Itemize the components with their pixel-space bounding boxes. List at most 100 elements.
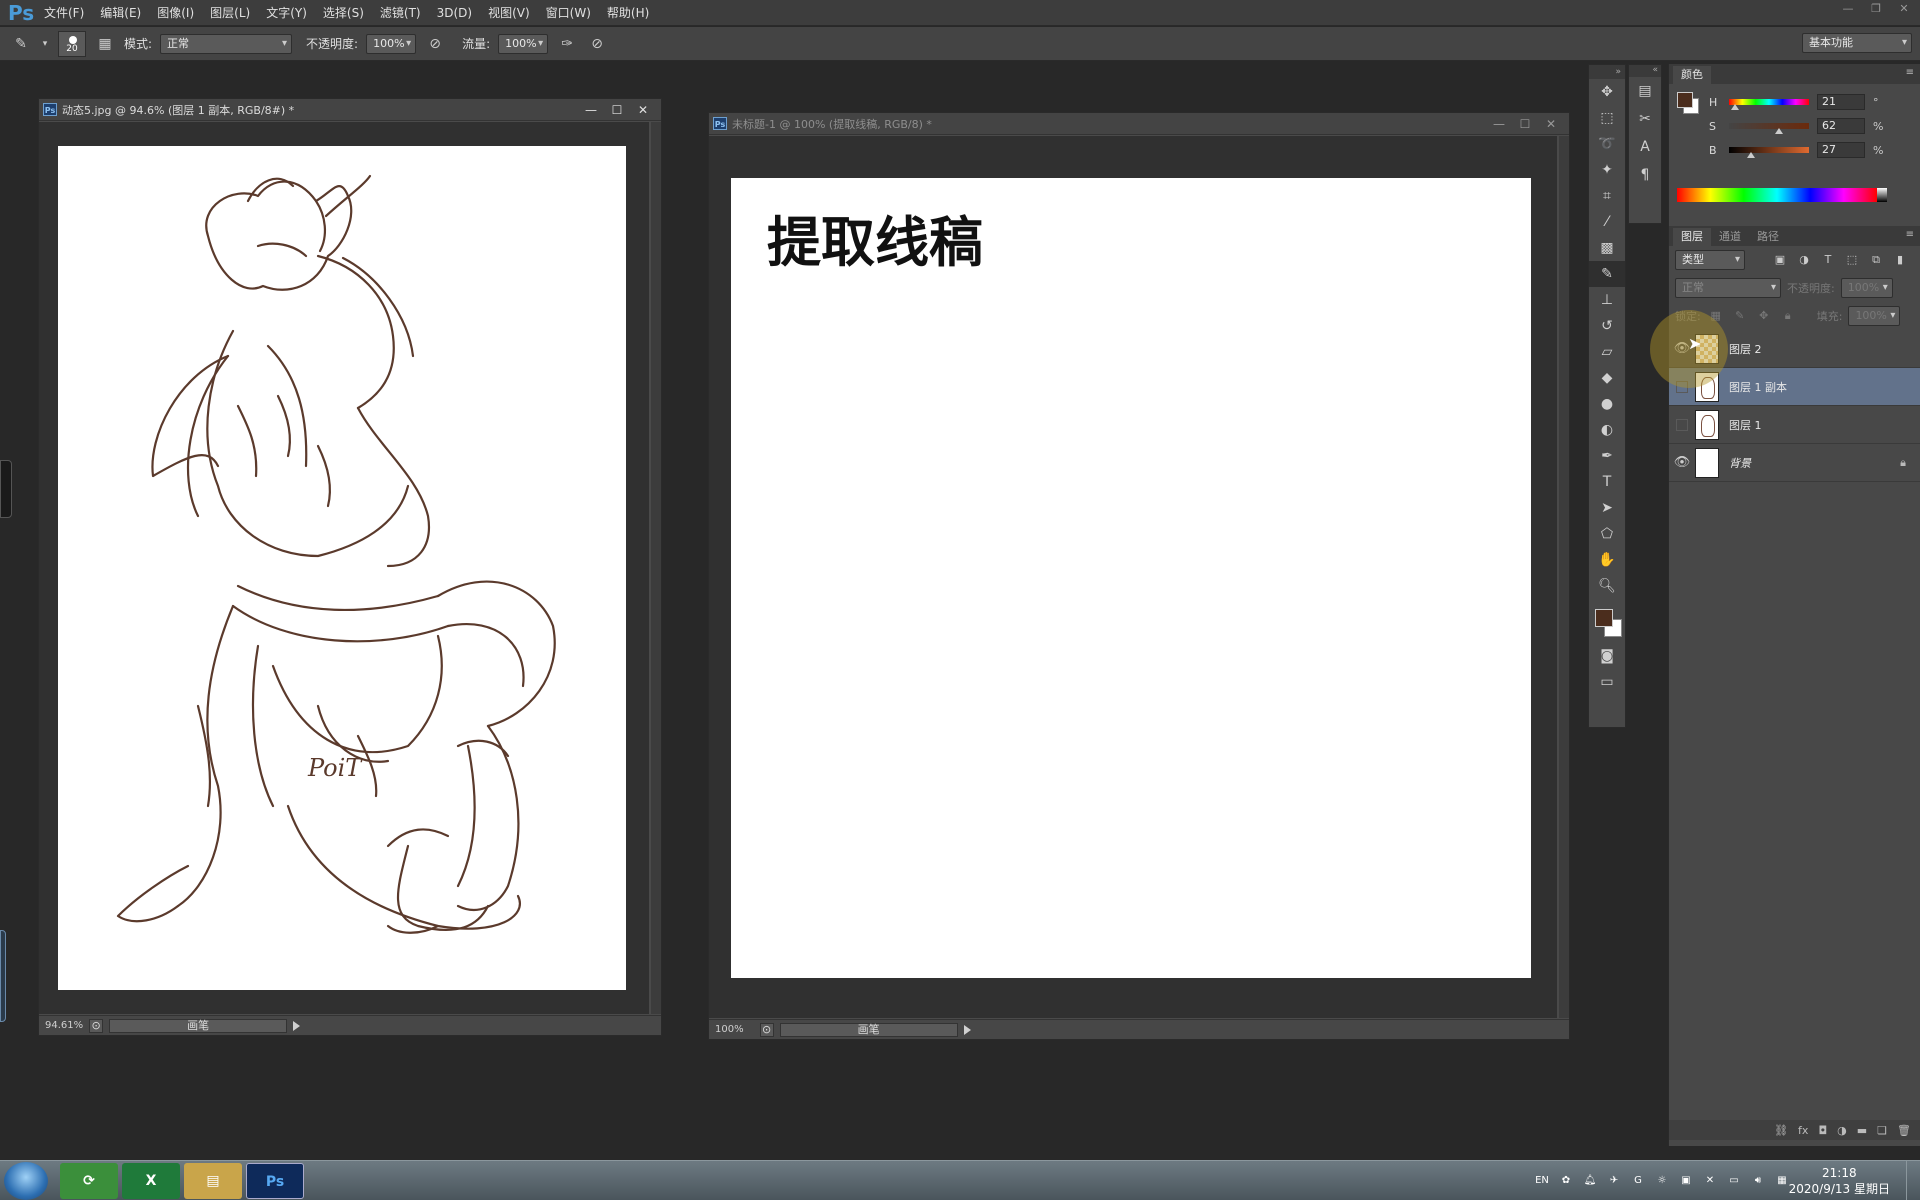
type-tool-icon[interactable]: T	[1589, 469, 1625, 495]
tray-app-icon[interactable]: ✿	[1558, 1173, 1574, 1189]
chevron-down-icon[interactable]: ▾	[40, 33, 50, 55]
display-icon[interactable]: ▭	[1726, 1173, 1742, 1189]
eye-icon[interactable]: 👁︎	[1669, 455, 1695, 470]
menu-file[interactable]: 文件(F)	[36, 0, 92, 26]
brush-tool-icon[interactable]: ✎	[1589, 261, 1625, 287]
fill-input[interactable]: 100%	[1848, 306, 1901, 326]
brush-tool-icon[interactable]: ✎	[10, 33, 32, 55]
maximize-icon[interactable]: ☐	[1515, 116, 1535, 132]
network-icon[interactable]: ▣	[1678, 1173, 1694, 1189]
airbrush-icon[interactable]: ✑	[556, 33, 578, 55]
status-arrow-icon[interactable]	[963, 1024, 971, 1035]
tab-color[interactable]: 颜色	[1673, 66, 1711, 84]
hand-tool-icon[interactable]: ✋	[1589, 547, 1625, 573]
vertical-scrollbar[interactable]	[1559, 136, 1569, 1018]
menu-edit[interactable]: 编辑(E)	[92, 0, 149, 26]
character-panel-icon[interactable]: A	[1629, 133, 1661, 161]
status-menu-icon[interactable]: ⊙	[759, 1022, 774, 1037]
zoom-level[interactable]: 94.61%	[45, 1020, 83, 1031]
layer-style-icon[interactable]: fx	[1798, 1124, 1808, 1137]
quick-mask-icon[interactable]: ◙	[1589, 643, 1625, 669]
layer-row-background[interactable]: 👁︎ 背景 🔒︎	[1669, 444, 1920, 482]
minimize-icon[interactable]: —	[1838, 2, 1858, 16]
zoom-level[interactable]: 100%	[715, 1024, 744, 1035]
hue-thumb[interactable]	[1731, 104, 1739, 110]
layer-filter-select[interactable]: 类型	[1675, 250, 1745, 270]
filter-shape-icon[interactable]: ⬚	[1843, 251, 1861, 269]
paint-bucket-icon[interactable]: ◆	[1589, 365, 1625, 391]
tool-presets-icon[interactable]: ✂	[1629, 105, 1661, 133]
workspace-select[interactable]: 基本功能	[1802, 33, 1912, 53]
restore-icon[interactable]: ❐	[1866, 2, 1886, 16]
menu-view[interactable]: 视图(V)	[480, 0, 538, 26]
gpu-icon[interactable]: ▦	[1774, 1173, 1790, 1189]
menu-type[interactable]: 文字(Y)	[258, 0, 315, 26]
show-desktop-button[interactable]	[1906, 1161, 1920, 1200]
filter-smart-icon[interactable]: ⧉	[1867, 251, 1885, 269]
menu-layer[interactable]: 图层(L)	[202, 0, 258, 26]
mode-select[interactable]: 正常	[160, 33, 293, 54]
tray-app-icon[interactable]: ✕	[1702, 1173, 1718, 1189]
status-menu-icon[interactable]: ⊙	[89, 1018, 104, 1033]
clock[interactable]: 21:18 2020/9/13 星期日	[1789, 1165, 1890, 1197]
menu-image[interactable]: 图像(I)	[149, 0, 202, 26]
excel-taskbar-icon[interactable]: X	[122, 1163, 180, 1199]
color-spectrum[interactable]	[1677, 188, 1887, 202]
link-layers-icon[interactable]: ⛓	[1774, 1124, 1788, 1137]
new-layer-icon[interactable]: ❏	[1877, 1124, 1887, 1137]
dodge-tool-icon[interactable]: ◐	[1589, 417, 1625, 443]
zoom-tool-icon[interactable]: 🔍︎	[1589, 573, 1625, 599]
notification-icon[interactable]: 🔔︎	[1582, 1173, 1598, 1189]
document-canvas-area[interactable]: PoiT	[39, 122, 649, 1014]
menu-3d[interactable]: 3D(D)	[429, 0, 480, 26]
visibility-toggle-empty[interactable]	[1676, 418, 1688, 431]
sketch-canvas[interactable]: PoiT	[58, 146, 626, 990]
photoshop-taskbar-icon[interactable]: Ps	[246, 1163, 304, 1199]
brightness-input[interactable]: 27	[1817, 142, 1865, 158]
blend-mode-select[interactable]: 正常	[1675, 278, 1781, 298]
path-select-icon[interactable]: ➤	[1589, 495, 1625, 521]
start-button[interactable]	[4, 1162, 48, 1200]
layer-name[interactable]: 图层 2	[1729, 341, 1762, 357]
menu-select[interactable]: 选择(S)	[315, 0, 372, 26]
add-mask-icon[interactable]: ◘	[1818, 1124, 1827, 1137]
eraser-icon[interactable]: ▱	[1589, 339, 1625, 365]
layer-opacity-input[interactable]: 100%	[1840, 278, 1893, 298]
pressure-opacity-icon[interactable]: ⊘	[424, 33, 446, 55]
history-brush-icon[interactable]: ↺	[1589, 313, 1625, 339]
lock-all-icon[interactable]: 🔒︎	[1779, 307, 1797, 325]
layer-name[interactable]: 图层 1 副本	[1729, 379, 1787, 395]
document-canvas-area[interactable]: 提取线稿	[709, 136, 1557, 1018]
saturation-thumb[interactable]	[1775, 128, 1783, 134]
pen-tool-icon[interactable]: ✒	[1589, 443, 1625, 469]
browser-taskbar-icon[interactable]: ⟳	[60, 1163, 118, 1199]
new-group-icon[interactable]: ▬	[1857, 1124, 1867, 1137]
close-icon[interactable]: ✕	[633, 102, 653, 118]
tray-app-icon[interactable]: ✈	[1606, 1173, 1622, 1189]
tools-panel-header[interactable]: »	[1589, 65, 1625, 79]
shape-tool-icon[interactable]: ⬠	[1589, 521, 1625, 547]
foreground-color-swatch[interactable]	[1595, 609, 1613, 627]
marquee-tool-icon[interactable]: ⬚	[1589, 105, 1625, 131]
tab-channels[interactable]: 通道	[1711, 228, 1749, 246]
volume-icon[interactable]: 🔊︎	[1750, 1173, 1766, 1189]
hue-slider[interactable]	[1729, 99, 1809, 110]
maximize-icon[interactable]: ☐	[607, 102, 627, 118]
tray-app-icon[interactable]: G	[1630, 1173, 1646, 1189]
explorer-taskbar-icon[interactable]: ▤	[184, 1163, 242, 1199]
flow-input[interactable]: 100%	[498, 33, 549, 54]
brightness-thumb[interactable]	[1747, 152, 1755, 158]
status-arrow-icon[interactable]	[293, 1020, 301, 1031]
tab-layers[interactable]: 图层	[1673, 228, 1711, 246]
healing-brush-icon[interactable]: ▩	[1589, 235, 1625, 261]
filter-adjustment-icon[interactable]: ◑	[1795, 251, 1813, 269]
adjustment-layer-icon[interactable]: ◑	[1837, 1124, 1847, 1137]
language-indicator[interactable]: EN	[1534, 1173, 1550, 1189]
untitled-canvas[interactable]: 提取线稿	[731, 178, 1531, 978]
minimize-icon[interactable]: —	[581, 102, 601, 118]
panel-menu-icon[interactable]: ≡	[1906, 229, 1914, 240]
blur-tool-icon[interactable]: ●	[1589, 391, 1625, 417]
filter-toggle-icon[interactable]: ▮	[1891, 251, 1909, 269]
minimize-icon[interactable]: —	[1489, 116, 1509, 132]
tray-app-icon[interactable]: ☼	[1654, 1173, 1670, 1189]
